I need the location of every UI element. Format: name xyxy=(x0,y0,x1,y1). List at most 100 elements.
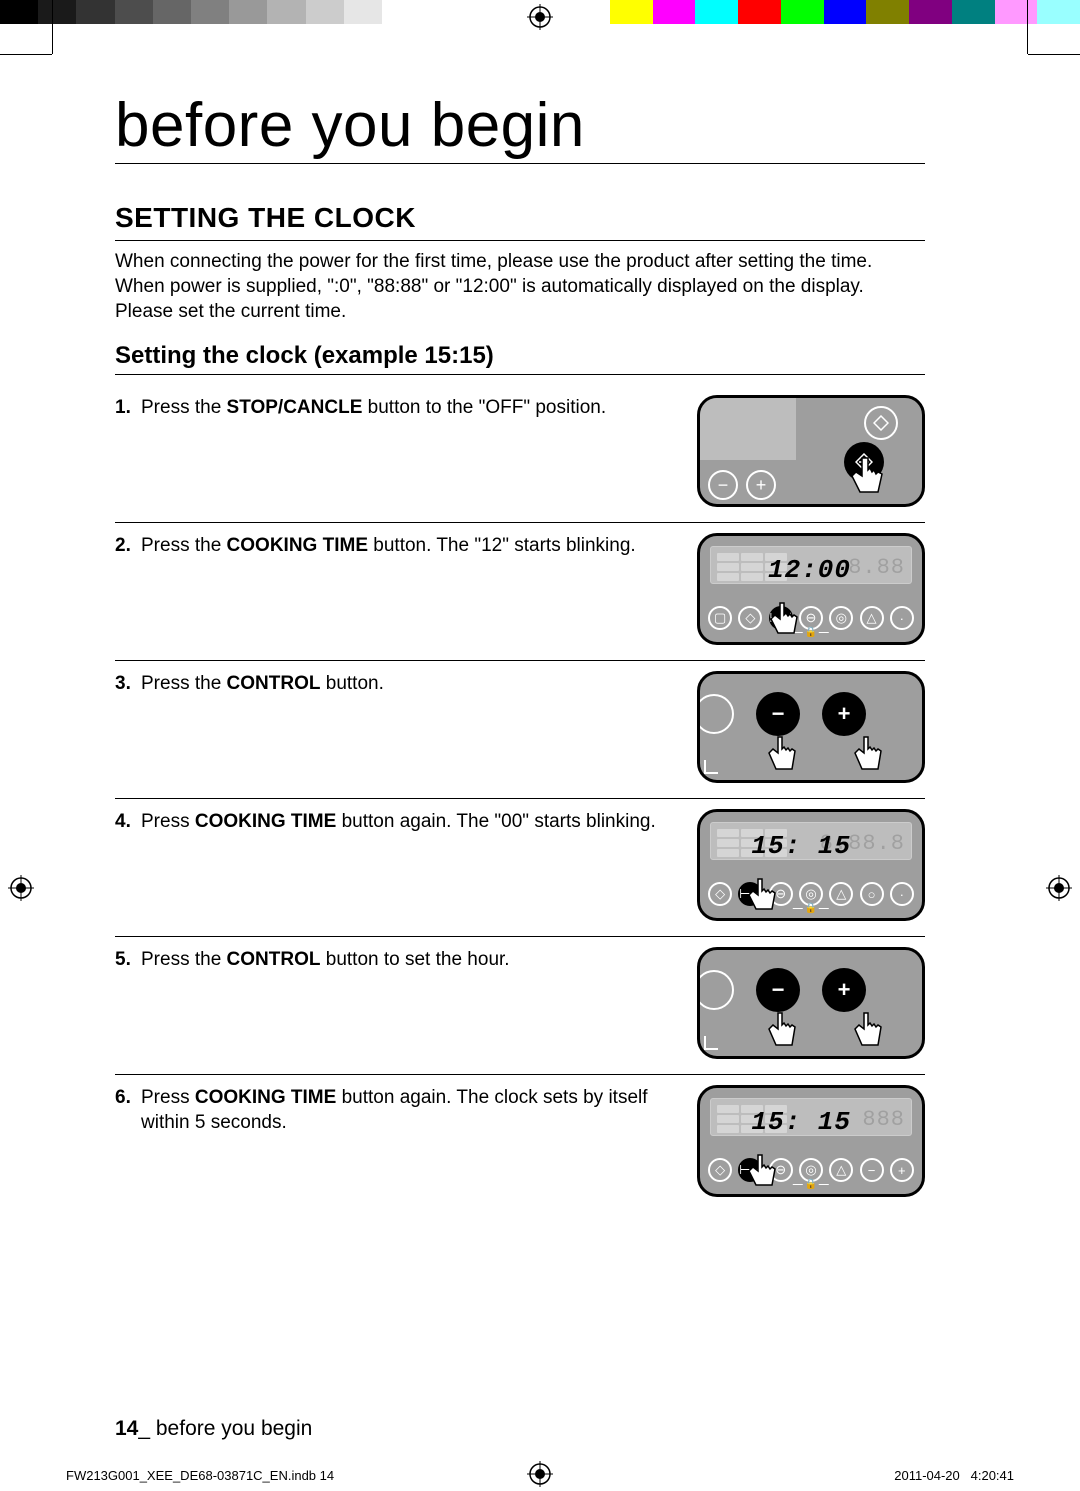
mode-icon: ◇ xyxy=(708,882,732,906)
mode-icon: · xyxy=(890,882,914,906)
step-item: Press COOKING TIME button again. The "00… xyxy=(115,799,925,937)
step-illustration: − + xyxy=(697,395,925,507)
mode-icon: · xyxy=(890,606,914,630)
registration-mark-icon xyxy=(1046,875,1072,901)
step-illustration: 15: 15 8.88.8 ◇ ⊢⊣ ⊖ ◎ △ ○ · 🔒 xyxy=(697,809,925,921)
step-bold: CONTROL xyxy=(227,673,321,694)
step-post: button to the "OFF" position. xyxy=(362,397,606,418)
crop-mark xyxy=(1027,0,1028,54)
plus-icon: + xyxy=(822,968,866,1012)
crop-mark xyxy=(1028,54,1080,55)
hand-pointer-icon xyxy=(760,1009,808,1059)
step-post: button. The "12" starts blinking. xyxy=(368,535,636,556)
lock-indicator: 🔒 xyxy=(793,903,829,914)
display-time: 15: 15 xyxy=(751,1107,851,1137)
display-time: 12:00 xyxy=(768,555,851,585)
minus-icon: − xyxy=(860,1158,884,1182)
step-text: Press the CONTROL button. xyxy=(115,671,679,696)
step-pre: Press the xyxy=(141,535,227,556)
hand-pointer-icon xyxy=(740,1151,784,1197)
step-bold: STOP/CANCLE xyxy=(227,397,363,418)
step-post: button to set the hour. xyxy=(320,949,509,970)
display-panel: 12:00 8.88 xyxy=(710,546,912,584)
corner-indicator xyxy=(704,1036,718,1050)
hand-pointer-icon xyxy=(846,1009,894,1059)
step-bold: COOKING TIME xyxy=(195,811,336,832)
mode-icon: ◇ xyxy=(708,1158,732,1182)
minus-plus-row: − + xyxy=(708,470,776,500)
step-pre: Press the xyxy=(141,673,227,694)
step-item: Press COOKING TIME button again. The clo… xyxy=(115,1075,925,1213)
minus-icon: − xyxy=(756,692,800,736)
footer-label: before you begin xyxy=(156,1417,312,1440)
plus-icon: + xyxy=(746,470,776,500)
hand-pointer-icon xyxy=(762,599,806,645)
step-post: button again. The "00" starts blinking. xyxy=(336,811,655,832)
footer-sep: _ xyxy=(138,1417,156,1440)
page-title: before you begin xyxy=(115,90,925,164)
ghost-button xyxy=(697,970,734,1010)
steps-list: Press the STOP/CANCLE button to the "OFF… xyxy=(115,385,925,1213)
step-bold: CONTROL xyxy=(227,949,321,970)
step-illustration: − + xyxy=(697,671,925,783)
plus-icon: + xyxy=(822,692,866,736)
minus-plus-row: − + xyxy=(756,692,866,736)
step-text: Press the COOKING TIME button. The "12" … xyxy=(115,533,679,558)
ghost-button xyxy=(697,694,734,734)
display-ghost: 888 xyxy=(862,1107,905,1132)
registration-mark-icon xyxy=(8,875,34,901)
page-number: 14 xyxy=(115,1417,138,1440)
step-text: Press the CONTROL button to set the hour… xyxy=(115,947,679,972)
step-pre: Press xyxy=(141,1087,195,1108)
minus-icon: − xyxy=(756,968,800,1012)
step-pre: Press xyxy=(141,811,195,832)
panel-area xyxy=(700,398,796,460)
crop-mark xyxy=(52,0,53,54)
intro-paragraph: When connecting the power for the first … xyxy=(115,249,925,324)
start-icon xyxy=(864,406,898,440)
minus-icon: − xyxy=(708,470,738,500)
step-text: Press the STOP/CANCLE button to the "OFF… xyxy=(115,395,679,420)
plus-icon: + xyxy=(890,1158,914,1182)
hand-pointer-icon xyxy=(846,733,894,783)
step-bold: COOKING TIME xyxy=(195,1087,336,1108)
display-panel: 15: 15 888 xyxy=(710,1098,912,1136)
section-title: SETTING THE CLOCK xyxy=(115,202,925,241)
imprint-datetime: 2011-04-20 4:20:41 xyxy=(894,1468,1014,1483)
lock-indicator: 🔒 xyxy=(793,1179,829,1190)
page-content: before you begin SETTING THE CLOCK When … xyxy=(115,90,925,1213)
hand-pointer-icon xyxy=(842,453,892,507)
crop-mark xyxy=(0,54,52,55)
subsection-title: Setting the clock (example 15:15) xyxy=(115,342,925,375)
step-pre: Press the xyxy=(141,949,227,970)
step-item: Press the STOP/CANCLE button to the "OFF… xyxy=(115,385,925,523)
step-post: button. xyxy=(320,673,383,694)
mode-icon: ○ xyxy=(860,882,884,906)
step-illustration: 15: 15 888 ◇ ⊢⊣ ⊖ ◎ △ − + 🔒 xyxy=(697,1085,925,1197)
page-footer: 14_ before you begin xyxy=(115,1417,312,1441)
step-item: Press the COOKING TIME button. The "12" … xyxy=(115,523,925,661)
imprint-file: FW213G001_XEE_DE68-03871C_EN.indb 14 xyxy=(66,1468,334,1483)
imprint-line: FW213G001_XEE_DE68-03871C_EN.indb 14 201… xyxy=(66,1468,1014,1483)
hand-pointer-icon xyxy=(740,875,784,921)
step-item: Press the CONTROL button to set the hour… xyxy=(115,937,925,1075)
mode-icon: △ xyxy=(829,882,853,906)
display-ghost: 8.88 xyxy=(848,555,905,580)
step-illustration: 12:00 8.88 ▢ ◇ ⊢⊣ ⊖ ◎ △ · 🔒 xyxy=(697,533,925,645)
step-text: Press COOKING TIME button again. The "00… xyxy=(115,809,679,834)
step-bold: COOKING TIME xyxy=(227,535,368,556)
minus-plus-row: − + xyxy=(756,968,866,1012)
display-ghost: 8.88.8 xyxy=(820,831,905,856)
display-panel: 15: 15 8.88.8 xyxy=(710,822,912,860)
mode-icon: △ xyxy=(829,1158,853,1182)
registration-mark-icon xyxy=(527,4,553,30)
step-text: Press COOKING TIME button again. The clo… xyxy=(115,1085,679,1135)
mode-icon: ◎ xyxy=(829,606,853,630)
mode-icon: ▢ xyxy=(708,606,732,630)
corner-indicator xyxy=(704,760,718,774)
step-pre: Press the xyxy=(141,397,227,418)
hand-pointer-icon xyxy=(760,733,808,783)
step-illustration: − + xyxy=(697,947,925,1059)
lock-icon: △ xyxy=(860,606,884,630)
step-item: Press the CONTROL button. − + xyxy=(115,661,925,799)
